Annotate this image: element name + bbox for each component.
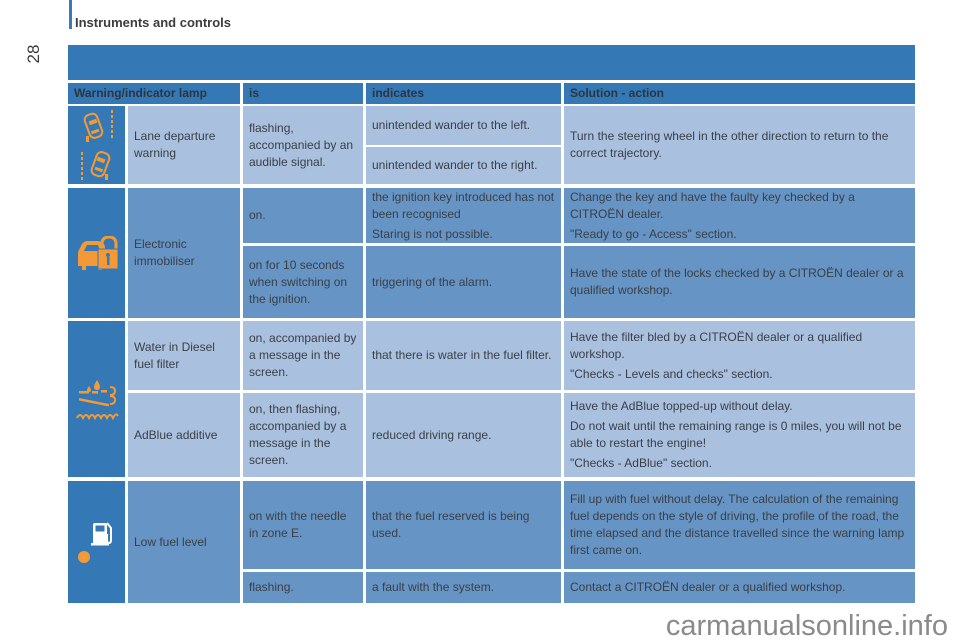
lamp-label: AdBlue additive bbox=[128, 393, 240, 477]
lamp-solution: Have the filter bled by a CITROËN dealer… bbox=[564, 321, 915, 390]
watermark: carmanualsonline.info bbox=[665, 610, 948, 642]
lamp-solution: Contact a CITROËN dealer or a qualified … bbox=[564, 572, 915, 603]
lamp-solution: Turn the steering wheel in the other dir… bbox=[564, 106, 915, 184]
header-warning-lamp: Warning/indicator lamp bbox=[68, 83, 240, 104]
lamp-state: on, accompanied by a message in the scre… bbox=[243, 321, 363, 390]
lamp-solution: Have the state of the locks checked by a… bbox=[564, 246, 915, 318]
lamp-indicates: unintended wander to the left. bbox=[366, 106, 561, 145]
lamp-icon-cell bbox=[68, 321, 125, 477]
water-in-diesel-icon bbox=[75, 380, 119, 421]
lamp-icon-cell bbox=[68, 188, 125, 318]
lamp-label: Water in Diesel fuel filter bbox=[128, 321, 240, 390]
lamp-icon-cell bbox=[68, 106, 125, 184]
lamp-state: flashing, accompanied by an audible sign… bbox=[243, 106, 363, 184]
lane-departure-icon bbox=[80, 110, 113, 180]
lamp-label: Lane departure warning bbox=[128, 106, 240, 184]
lamp-state: on. bbox=[243, 188, 363, 243]
lamp-state: on, then flashing, accompanied by a mess… bbox=[243, 393, 363, 477]
lamp-state: on with the needle in zone E. bbox=[243, 481, 363, 569]
table-title-band bbox=[68, 45, 915, 80]
header-indicates: indicates bbox=[366, 83, 561, 104]
lamp-label: Electronic immobiliser bbox=[128, 188, 240, 318]
lamp-indicates: triggering of the alarm. bbox=[366, 246, 561, 318]
lamp-indicates: that there is water in the fuel filter. bbox=[366, 321, 561, 390]
lamp-solution: Change the key and have the faulty key c… bbox=[564, 188, 915, 243]
header-solution: Solution - action bbox=[564, 83, 915, 104]
section-title: Instruments and controls bbox=[75, 15, 232, 30]
lamp-state: on for 10 seconds when switching on the … bbox=[243, 246, 363, 318]
header-is: is bbox=[243, 83, 363, 104]
lamp-label: Low fuel level bbox=[128, 481, 240, 603]
lamp-solution: Fill up with fuel without delay. The cal… bbox=[564, 481, 915, 569]
lamp-icon-cell bbox=[68, 481, 125, 603]
lamp-state: flashing. bbox=[243, 572, 363, 603]
lamp-indicates: that the fuel reserved is being used. bbox=[366, 481, 561, 569]
lamp-solution: Have the AdBlue topped-up without delay.… bbox=[564, 393, 915, 477]
low-fuel-icon bbox=[77, 522, 112, 563]
lamp-indicates: a fault with the system. bbox=[366, 572, 561, 603]
lamp-indicates: unintended wander to the right. bbox=[366, 147, 561, 184]
immobiliser-icon bbox=[77, 236, 118, 270]
section-marker bbox=[69, 0, 72, 29]
page-number: 28 bbox=[24, 44, 43, 64]
lamp-indicates: reduced driving range. bbox=[366, 393, 561, 477]
lamp-indicates: the ignition key introduced has not been… bbox=[366, 188, 561, 243]
